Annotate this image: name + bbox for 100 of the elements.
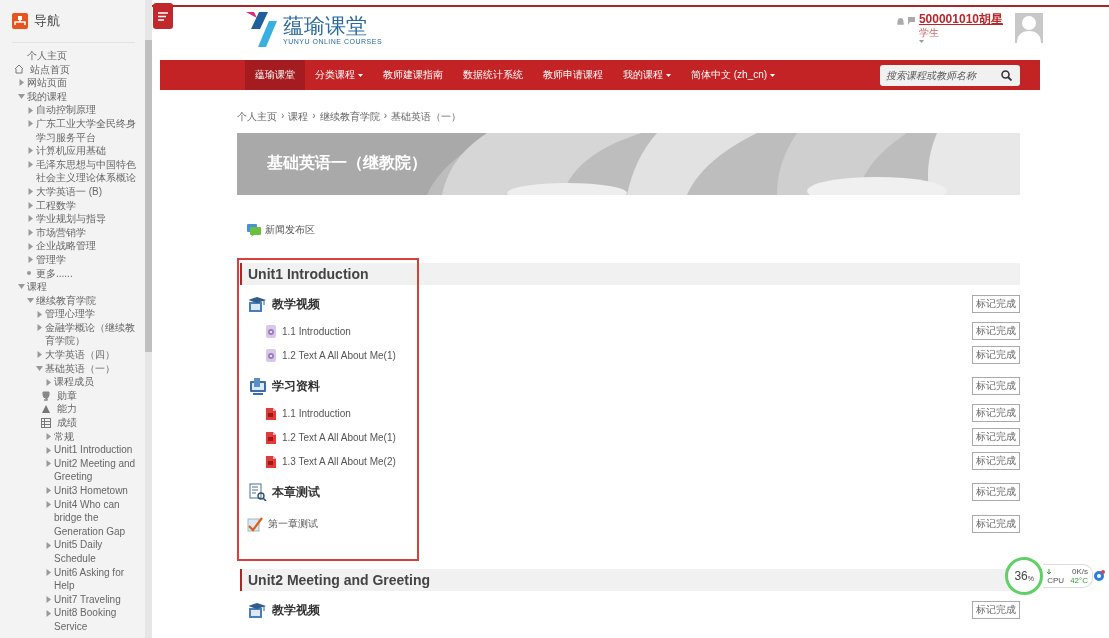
- monitor-icon: [249, 377, 267, 395]
- tree-item[interactable]: 课程: [27, 280, 141, 294]
- mark-complete-button[interactable]: 标记完成: [972, 452, 1020, 470]
- tree-item[interactable]: 管理心理学: [45, 307, 141, 321]
- tree-item[interactable]: 企业战略管理: [36, 239, 141, 253]
- tree-item[interactable]: 课程成员: [54, 375, 141, 389]
- nav-link[interactable]: 分类课程: [305, 60, 373, 90]
- nav-link[interactable]: 数据统计系统: [453, 60, 533, 90]
- tree-item[interactable]: 工程数学: [36, 198, 141, 213]
- quiz-icon: [247, 516, 263, 532]
- tree-item[interactable]: Unit4 Who can bridge the Generation Gap: [54, 497, 141, 539]
- tree-item[interactable]: Unit5 Daily Schedule: [54, 538, 141, 566]
- tree-item[interactable]: 更多......: [36, 266, 141, 281]
- resource-link[interactable]: 1.2 Text A All About Me(1): [282, 349, 396, 361]
- mark-complete-button[interactable]: 标记完成: [972, 515, 1020, 533]
- tree-item[interactable]: 自动控制原理: [36, 103, 141, 117]
- tree-item[interactable]: Unit3 Hometown: [54, 484, 141, 498]
- scrollbar-thumb[interactable]: [145, 40, 152, 352]
- message-icon: [907, 17, 915, 25]
- tree-item[interactable]: 我的课程: [27, 89, 141, 104]
- breadcrumb-separator: ›: [383, 110, 388, 123]
- tree-item[interactable]: 成绩: [57, 416, 141, 430]
- user-name[interactable]: 500001010胡星: [918, 11, 1003, 28]
- nav-link[interactable]: 教师申请课程: [533, 60, 613, 90]
- quiz-link[interactable]: 第一章测试: [268, 517, 318, 531]
- tree-item[interactable]: 网站页面: [27, 76, 141, 90]
- tree-item[interactable]: 广东工业大学全民终身学习服务平台: [36, 116, 141, 145]
- cpu-label: CPU: [1047, 576, 1065, 585]
- logo-title[interactable]: 蕴瑜课堂: [283, 13, 383, 38]
- mark-complete-button[interactable]: 标记完成: [972, 404, 1020, 422]
- tree-item[interactable]: 能力: [57, 402, 141, 417]
- tree-item[interactable]: 勋章: [57, 388, 141, 403]
- media-file-icon: [265, 324, 277, 338]
- tree-item[interactable]: Unit1 Introduction: [54, 443, 141, 457]
- resource-link[interactable]: 1.1 Introduction: [282, 325, 351, 337]
- mark-complete-button[interactable]: 标记完成: [972, 295, 1020, 313]
- tree-item[interactable]: 基础英语（一）: [45, 361, 141, 376]
- nav-link[interactable]: 我的课程: [613, 60, 681, 90]
- mark-complete-button[interactable]: 标记完成: [972, 346, 1020, 364]
- tree-item[interactable]: 大学英语（四）: [45, 348, 141, 362]
- tree-item[interactable]: 毛泽东思想与中国特色社会主义理论体系概论: [36, 157, 141, 185]
- tree-item[interactable]: 金融学概论（继续教育学院）: [45, 320, 141, 349]
- tree-item[interactable]: 继续教育学院: [36, 293, 141, 308]
- usage-percent: 36: [1014, 569, 1028, 583]
- mark-complete-button[interactable]: 标记完成: [972, 377, 1020, 395]
- cpu-temperature: 42°C: [1070, 576, 1088, 585]
- resource-link[interactable]: 1.2 Text A All About Me(1): [282, 431, 396, 443]
- forum-link[interactable]: 新闻发布区: [265, 223, 315, 237]
- tree-item[interactable]: 个人主页: [27, 49, 141, 63]
- breadcrumb-separator: ›: [281, 110, 285, 123]
- bullet-icon: [27, 271, 31, 276]
- tree-item[interactable]: 计算机应用基础: [36, 144, 141, 158]
- logo-mark-icon: [245, 9, 277, 49]
- label-heading: 本章测试: [272, 483, 320, 501]
- mark-complete-button[interactable]: 标记完成: [972, 322, 1020, 340]
- nav-link[interactable]: 简体中文 (zh_cn): [681, 60, 786, 90]
- pdf-file-icon: [265, 406, 277, 420]
- label-heading: 学习资料: [272, 377, 320, 395]
- tree-item[interactable]: Unit6 Asking for Help: [54, 565, 141, 593]
- mark-complete-button[interactable]: 标记完成: [972, 428, 1020, 446]
- arrow-down-icon: [1047, 569, 1052, 574]
- tree-item[interactable]: Unit7 Traveling: [54, 592, 141, 607]
- tree-item[interactable]: 学业规划与指导: [36, 212, 141, 226]
- sitemap-icon: [12, 13, 28, 29]
- label-heading: 教学视频: [272, 601, 320, 619]
- breadcrumb-separator: ›: [312, 110, 316, 123]
- drawer-toggle-button[interactable]: [153, 3, 173, 29]
- tree-item[interactable]: Unit8 Booking Service: [54, 606, 141, 634]
- course-title: 基础英语一（继教院）: [267, 153, 427, 173]
- house-icon: [14, 64, 24, 75]
- tree-item[interactable]: 市场营销学: [36, 225, 141, 240]
- tree-item[interactable]: 站点首页: [30, 62, 141, 77]
- tree-item[interactable]: 常规: [54, 429, 141, 444]
- media-file-icon: [265, 348, 277, 362]
- lecture-icon: [249, 295, 267, 313]
- tree-item[interactable]: 管理学: [36, 252, 141, 267]
- lecture-icon: [249, 601, 267, 619]
- breadcrumb-link[interactable]: 个人主页: [237, 110, 277, 124]
- table-icon: [41, 417, 51, 428]
- tree-item[interactable]: 大学英语一 (B): [36, 184, 141, 199]
- breadcrumb-link[interactable]: 基础英语（一）: [391, 110, 462, 124]
- section-title: Unit1 Introduction: [248, 266, 369, 282]
- breadcrumb-link[interactable]: 课程: [288, 110, 309, 124]
- magnifier-document-icon: [249, 483, 267, 501]
- mark-complete-button[interactable]: 标记完成: [972, 601, 1020, 619]
- tree-item[interactable]: Unit2 Meeting and Greeting: [54, 456, 141, 484]
- forum-icon: [247, 223, 261, 237]
- search-icon: [1001, 69, 1012, 81]
- section-title: Unit2 Meeting and Greeting: [248, 572, 430, 588]
- avatar[interactable]: [1015, 13, 1043, 43]
- mark-complete-button[interactable]: 标记完成: [972, 483, 1020, 501]
- nav-link[interactable]: 教师建课指南: [373, 60, 453, 90]
- nav-link[interactable]: 蕴瑜课堂: [245, 60, 305, 90]
- triangle-icon: [41, 404, 51, 415]
- scrollbar[interactable]: [145, 0, 152, 638]
- resource-link[interactable]: 1.3 Text A All About Me(2): [282, 455, 396, 467]
- resource-link[interactable]: 1.1 Introduction: [282, 407, 351, 419]
- breadcrumb-link[interactable]: 继续教育学院: [319, 110, 380, 124]
- search-field[interactable]: 搜索课程或教师名称: [880, 64, 1020, 86]
- user-role: 学生: [918, 28, 940, 38]
